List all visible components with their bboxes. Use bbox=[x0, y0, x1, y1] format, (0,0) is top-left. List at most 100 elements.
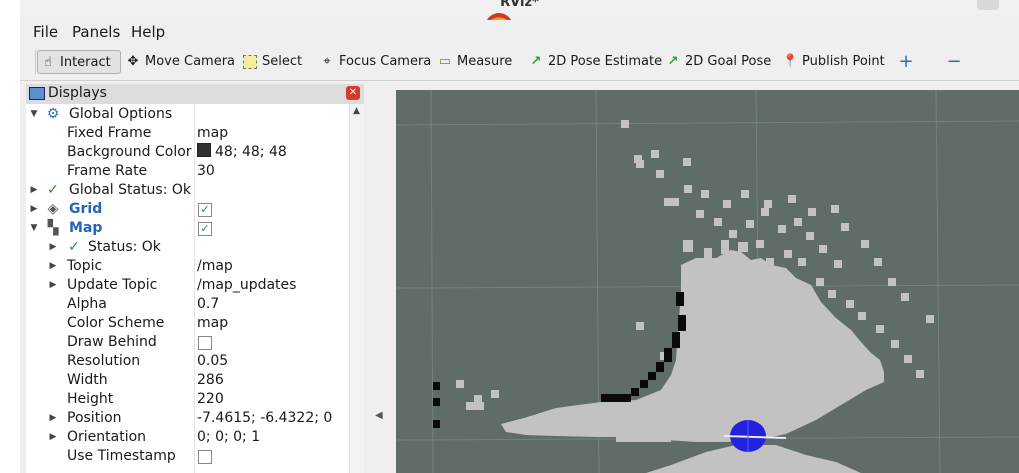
tree-row-grid[interactable]: ▶ ◈ Grid ✓ bbox=[26, 200, 349, 219]
expand-arrow-icon[interactable]: ▶ bbox=[29, 181, 39, 200]
publish-point-button[interactable]: 📍 Publish Point bbox=[780, 50, 885, 74]
property-label: Topic bbox=[67, 258, 103, 274]
ruler-icon: ▭ bbox=[438, 54, 452, 69]
measure-tool-button[interactable]: ▭ Measure bbox=[435, 50, 512, 74]
tree-row-color-scheme[interactable]: Color Scheme map bbox=[26, 314, 349, 333]
move-camera-icon: ✥ bbox=[127, 54, 139, 69]
orientation-value[interactable]: 0; 0; 0; 1 bbox=[197, 428, 260, 447]
select-box-icon bbox=[243, 55, 257, 69]
gear-icon: ⚙ bbox=[46, 106, 60, 122]
interact-label: Interact bbox=[60, 55, 111, 70]
green-arrow-icon: ↗ bbox=[530, 54, 542, 69]
tree-row-background-color[interactable]: Background Color 48; 48; 48 bbox=[26, 143, 349, 162]
map-display-label: Map bbox=[69, 220, 103, 236]
color-swatch bbox=[197, 143, 211, 157]
goal-pose-button[interactable]: ↗ 2D Goal Pose bbox=[663, 50, 772, 74]
tree-scrollbar[interactable]: ▲ bbox=[349, 104, 365, 473]
green-arrow-icon: ↗ bbox=[667, 54, 679, 69]
tree-row-width[interactable]: Width 286 bbox=[26, 371, 349, 390]
tree-row-use-timestamp[interactable]: Use Timestamp bbox=[26, 447, 349, 466]
tree-row-map[interactable]: ▼ ▚ Map ✓ bbox=[26, 219, 349, 238]
property-label: Use Timestamp bbox=[67, 448, 176, 464]
collapse-arrow-icon[interactable]: ▼ bbox=[29, 105, 39, 124]
remove-tool-button[interactable]: − bbox=[944, 50, 964, 74]
collapse-panel-arrow-icon[interactable]: ◀ bbox=[375, 410, 383, 421]
expand-arrow-icon[interactable]: ▶ bbox=[29, 200, 39, 219]
hand-pointer-icon: ☝ bbox=[44, 55, 52, 70]
focus-camera-button[interactable]: ⌖ Focus Camera bbox=[317, 50, 431, 74]
3d-render-viewport[interactable] bbox=[396, 90, 1019, 473]
tree-row-height[interactable]: Height 220 bbox=[26, 390, 349, 409]
tree-row-resolution[interactable]: Resolution 0.05 bbox=[26, 352, 349, 371]
move-camera-button[interactable]: ✥ Move Camera bbox=[123, 50, 235, 74]
color-scheme-value[interactable]: map bbox=[197, 314, 228, 333]
expand-arrow-icon[interactable]: ▶ bbox=[48, 257, 58, 276]
desktop-edge bbox=[0, 0, 20, 473]
tree-row-alpha[interactable]: Alpha 0.7 bbox=[26, 295, 349, 314]
tree-row-update-topic[interactable]: ▶ Update Topic /map_updates bbox=[26, 276, 349, 295]
tree-row-draw-behind[interactable]: Draw Behind bbox=[26, 333, 349, 352]
title-bar: RViz* – bbox=[20, 0, 1019, 20]
expand-arrow-icon[interactable]: ▶ bbox=[48, 238, 58, 257]
checkmark-icon: ✓ bbox=[47, 182, 59, 198]
width-value[interactable]: 286 bbox=[197, 371, 224, 390]
property-label: Resolution bbox=[67, 353, 141, 369]
tree-row-fixed-frame[interactable]: Fixed Frame map bbox=[26, 124, 349, 143]
tree-row-orientation[interactable]: ▶ Orientation 0; 0; 0; 1 bbox=[26, 428, 349, 447]
grid-enabled-checkbox[interactable]: ✓ bbox=[198, 203, 212, 217]
background-color-value[interactable]: 48; 48; 48 bbox=[197, 143, 287, 162]
scroll-up-arrow-icon[interactable]: ▲ bbox=[353, 106, 360, 116]
topic-value[interactable]: /map bbox=[197, 257, 233, 276]
menu-panels[interactable]: Panels bbox=[72, 23, 120, 41]
goal-pose-label: 2D Goal Pose bbox=[685, 54, 772, 69]
grid-display-label: Grid bbox=[69, 201, 103, 217]
tree-row-position[interactable]: ▶ Position -7.4615; -6.4322; 0 bbox=[26, 409, 349, 428]
add-tool-button[interactable]: + bbox=[896, 50, 916, 74]
interact-tool-button[interactable]: ☝ Interact bbox=[37, 50, 121, 74]
property-label: Background Color bbox=[67, 144, 192, 160]
toolbar: ☝ Interact ✥ Move Camera Select ⌖ Focus … bbox=[20, 44, 1019, 81]
tree-row-global-options[interactable]: ▼ ⚙ Global Options bbox=[26, 105, 349, 124]
displays-tree: ▼ ⚙ Global Options Fixed Frame map Backg… bbox=[26, 104, 349, 473]
grid-icon: ◈ bbox=[47, 201, 59, 217]
move-camera-label: Move Camera bbox=[145, 54, 236, 69]
tree-row-global-status[interactable]: ▶ ✓ Global Status: Ok bbox=[26, 181, 349, 200]
position-value[interactable]: -7.4615; -6.4322; 0 bbox=[197, 409, 332, 428]
map-render bbox=[396, 90, 1019, 473]
minimize-button[interactable]: – bbox=[977, 0, 999, 10]
select-tool-button[interactable]: Select bbox=[240, 50, 302, 74]
expand-arrow-icon[interactable]: ▶ bbox=[48, 276, 58, 295]
expand-arrow-icon[interactable]: ▶ bbox=[48, 428, 58, 447]
toolbar-grip bbox=[35, 50, 36, 74]
menu-help[interactable]: Help bbox=[131, 23, 165, 41]
draw-behind-checkbox[interactable] bbox=[198, 336, 212, 350]
property-label: Width bbox=[67, 372, 108, 388]
property-label: Fixed Frame bbox=[67, 125, 152, 141]
resolution-value[interactable]: 0.05 bbox=[197, 352, 228, 371]
map-enabled-checkbox[interactable]: ✓ bbox=[198, 222, 212, 236]
frame-rate-value[interactable]: 30 bbox=[197, 162, 215, 181]
pose-estimate-button[interactable]: ↗ 2D Pose Estimate bbox=[526, 50, 663, 74]
checkmark-icon: ✓ bbox=[68, 239, 80, 255]
tree-row-map-status[interactable]: ▶ ✓ Status: Ok bbox=[26, 238, 349, 257]
fixed-frame-value[interactable]: map bbox=[197, 124, 228, 143]
property-label: Color Scheme bbox=[67, 315, 165, 331]
alpha-value[interactable]: 0.7 bbox=[197, 295, 219, 314]
use-timestamp-checkbox[interactable] bbox=[198, 450, 212, 464]
expand-arrow-icon[interactable]: ▶ bbox=[48, 409, 58, 428]
pose-estimate-label: 2D Pose Estimate bbox=[548, 54, 663, 69]
property-label: Update Topic bbox=[67, 277, 158, 293]
select-label: Select bbox=[262, 54, 303, 69]
panel-splitter[interactable]: ◀ bbox=[364, 84, 396, 473]
map-pin-icon: 📍 bbox=[782, 54, 799, 69]
property-label: Draw Behind bbox=[67, 334, 157, 350]
tree-row-frame-rate[interactable]: Frame Rate 30 bbox=[26, 162, 349, 181]
tree-row-topic[interactable]: ▶ Topic /map bbox=[26, 257, 349, 276]
update-topic-value[interactable]: /map_updates bbox=[197, 276, 296, 295]
height-value[interactable]: 220 bbox=[197, 390, 224, 409]
displays-panel-header: Displays ✕ bbox=[26, 84, 364, 104]
collapse-arrow-icon[interactable]: ▼ bbox=[29, 219, 39, 238]
menu-file[interactable]: File bbox=[33, 23, 58, 41]
property-label: Position bbox=[67, 410, 122, 426]
close-panel-button[interactable]: ✕ bbox=[346, 86, 360, 100]
